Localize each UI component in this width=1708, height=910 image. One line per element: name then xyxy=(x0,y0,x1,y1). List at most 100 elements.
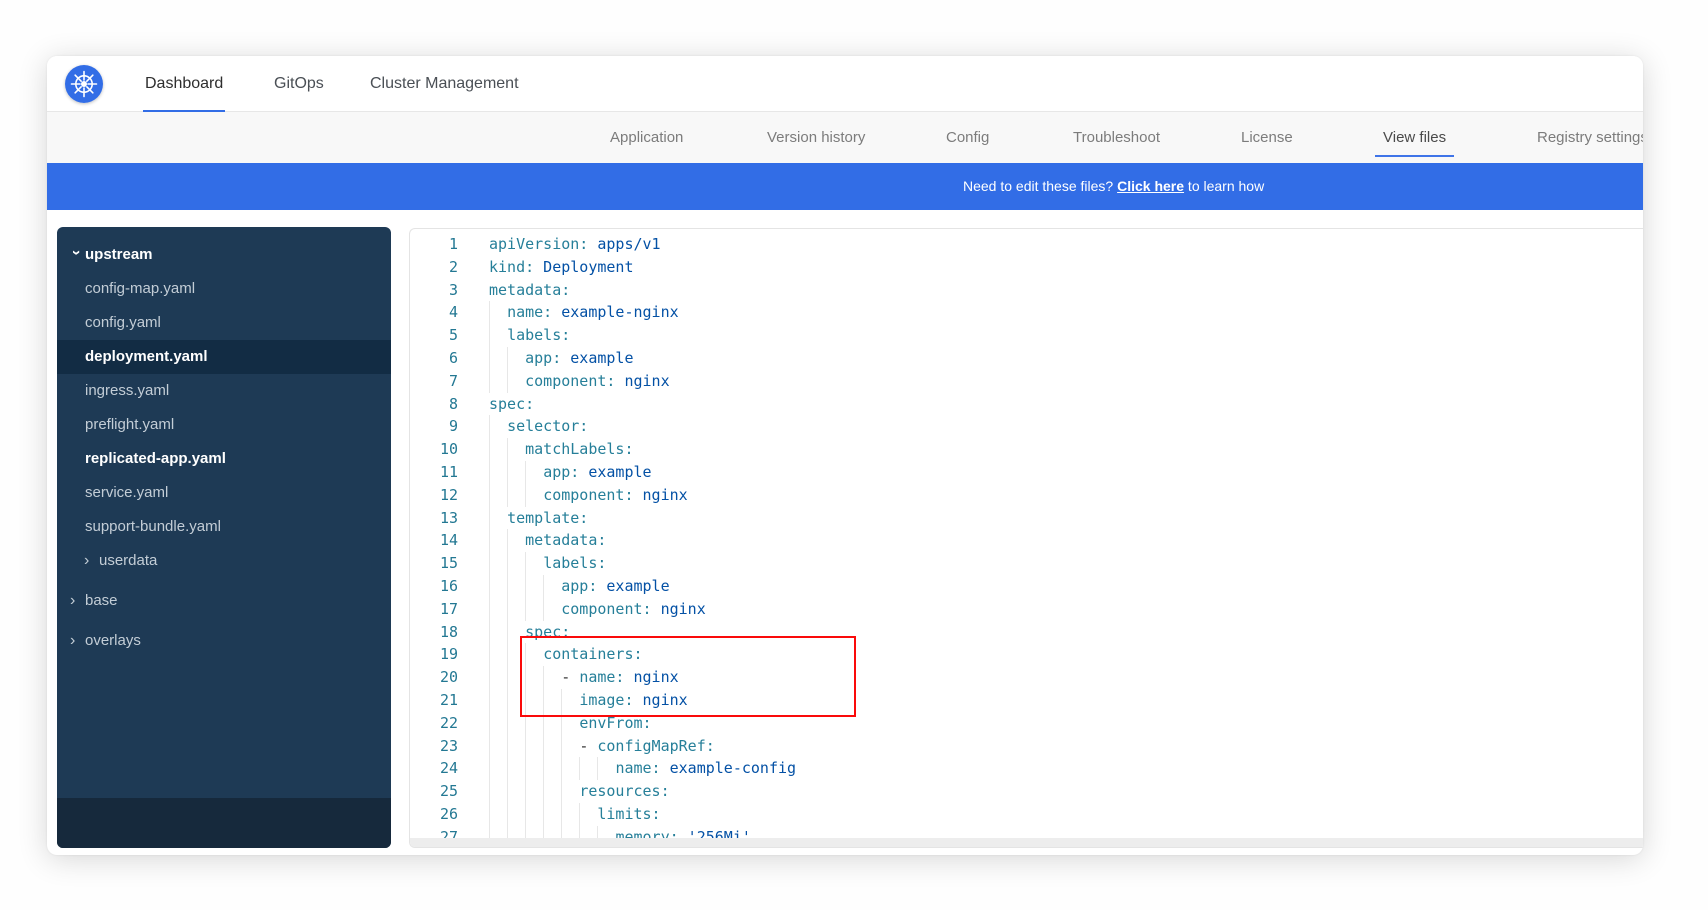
tree-item-label: config.yaml xyxy=(85,314,161,331)
header-tab-dashboard[interactable]: Dashboard xyxy=(143,56,225,112)
top-navbar: Dashboard GitOps Cluster Management xyxy=(47,56,1643,112)
code-text: selector: xyxy=(489,415,588,438)
line-number: 5 xyxy=(410,324,458,347)
tree-file-support-bundle.yaml[interactable]: support-bundle.yaml xyxy=(57,510,391,544)
code-text: envFrom: xyxy=(489,712,652,735)
subnav-tab-version-history[interactable]: Version history xyxy=(767,112,865,163)
code-text: name: example-nginx xyxy=(489,301,679,324)
subnav-tab-view-files[interactable]: View files xyxy=(1383,112,1446,163)
line-number: 21 xyxy=(410,689,458,712)
banner-text-prefix: Need to edit these files? xyxy=(963,178,1117,194)
line-number: 7 xyxy=(410,370,458,393)
yaml-editor[interactable]: 1apiVersion: apps/v12kind: Deployment3me… xyxy=(409,228,1643,848)
edit-files-banner: Need to edit these files? Click here to … xyxy=(47,163,1643,210)
code-text: labels: xyxy=(489,552,606,575)
subnav-tab-config[interactable]: Config xyxy=(946,112,989,163)
header-tab-cluster-management[interactable]: Cluster Management xyxy=(368,56,521,112)
tree-file-config.yaml[interactable]: config.yaml xyxy=(57,306,391,340)
chevron-right-icon: › xyxy=(70,624,82,658)
code-line: 22 envFrom: xyxy=(410,712,1643,735)
code-line: 25 resources: xyxy=(410,780,1643,803)
code-line: 14 metadata: xyxy=(410,529,1643,552)
line-number: 4 xyxy=(410,301,458,324)
code-line: 9 selector: xyxy=(410,415,1643,438)
subnav-tab-license[interactable]: License xyxy=(1241,112,1293,163)
banner-click-here-link[interactable]: Click here xyxy=(1117,178,1184,194)
line-number: 26 xyxy=(410,803,458,826)
tree-item-label: upstream xyxy=(85,246,153,263)
code-text: spec: xyxy=(489,393,534,416)
line-number: 12 xyxy=(410,484,458,507)
line-number: 10 xyxy=(410,438,458,461)
code-text: app: example xyxy=(489,461,652,484)
code-line: 8 spec: xyxy=(410,393,1643,416)
line-number: 11 xyxy=(410,461,458,484)
line-number: 14 xyxy=(410,529,458,552)
code-line: 2kind: Deployment xyxy=(410,256,1643,279)
line-number: 17 xyxy=(410,598,458,621)
tree-item-label: userdata xyxy=(99,552,157,569)
line-number: 6 xyxy=(410,347,458,370)
code-text: app: example xyxy=(489,575,670,598)
line-number: 15 xyxy=(410,552,458,575)
tree-folder-userdata[interactable]: ›userdata xyxy=(57,544,391,578)
app-subnav: Application Version history Config Troub… xyxy=(47,112,1643,163)
banner-text-suffix: to learn how xyxy=(1184,178,1264,194)
tree-file-service.yaml[interactable]: service.yaml xyxy=(57,476,391,510)
line-number: 13 xyxy=(410,507,458,530)
tree-file-config-map.yaml[interactable]: config-map.yaml xyxy=(57,272,391,306)
admin-console-window: Dashboard GitOps Cluster Management Appl… xyxy=(47,56,1643,855)
tree-item-label: deployment.yaml xyxy=(85,348,208,365)
tree-item-label: replicated-app.yaml xyxy=(85,450,226,467)
tree-folder-overlays[interactable]: ›overlays xyxy=(57,624,391,658)
line-number: 20 xyxy=(410,666,458,689)
code-text: template: xyxy=(489,507,588,530)
chevron-right-icon: › xyxy=(84,544,96,578)
code-text: image: nginx xyxy=(489,689,688,712)
line-number: 16 xyxy=(410,575,458,598)
tree-item-label: base xyxy=(85,592,118,609)
line-number: 23 xyxy=(410,735,458,758)
file-tree: ›upstreamconfig-map.yamlconfig.yamldeplo… xyxy=(57,227,391,848)
code-text: resources: xyxy=(489,780,670,803)
code-text: component: nginx xyxy=(489,484,688,507)
tree-file-preflight.yaml[interactable]: preflight.yaml xyxy=(57,408,391,442)
tree-folder-base[interactable]: ›base xyxy=(57,584,391,618)
code-line: 23 - configMapRef: xyxy=(410,735,1643,758)
code-text: - name: nginx xyxy=(489,666,679,689)
code-line: 20 - name: nginx xyxy=(410,666,1643,689)
line-number: 24 xyxy=(410,757,458,780)
tree-item-label: ingress.yaml xyxy=(85,382,169,399)
code-line: 12 component: nginx xyxy=(410,484,1643,507)
file-tree-items: ›upstreamconfig-map.yamlconfig.yamldeplo… xyxy=(57,238,391,658)
header-tab-gitops[interactable]: GitOps xyxy=(272,56,326,112)
line-number: 1 xyxy=(410,233,458,256)
line-number: 2 xyxy=(410,256,458,279)
code-line: 3metadata: xyxy=(410,279,1643,302)
tree-file-replicated-app.yaml[interactable]: replicated-app.yaml xyxy=(57,442,391,476)
horizontal-scrollbar[interactable] xyxy=(410,838,1643,847)
code-text: component: nginx xyxy=(489,598,706,621)
code-line: 16 app: example xyxy=(410,575,1643,598)
tree-file-deployment.yaml[interactable]: deployment.yaml xyxy=(57,340,391,374)
subnav-tab-troubleshoot[interactable]: Troubleshoot xyxy=(1073,112,1160,163)
code-line: 24 name: example-config xyxy=(410,757,1643,780)
code-line: 17 component: nginx xyxy=(410,598,1643,621)
line-number: 8 xyxy=(410,393,458,416)
subnav-tab-registry-settings[interactable]: Registry settings xyxy=(1537,112,1643,163)
code-text: limits: xyxy=(489,803,661,826)
line-number: 3 xyxy=(410,279,458,302)
code-line: 5 labels: xyxy=(410,324,1643,347)
code-line: 18 spec: xyxy=(410,621,1643,644)
code-line: 4 name: example-nginx xyxy=(410,301,1643,324)
code-text: - configMapRef: xyxy=(489,735,715,758)
code-text: metadata: xyxy=(489,529,606,552)
tree-item-label: service.yaml xyxy=(85,484,168,501)
tree-folder-upstream[interactable]: ›upstream xyxy=(57,238,391,272)
code-line: 10 matchLabels: xyxy=(410,438,1643,461)
code-line: 19 containers: xyxy=(410,643,1643,666)
code-text: name: example-config xyxy=(489,757,796,780)
tree-item-label: overlays xyxy=(85,632,141,649)
subnav-tab-application[interactable]: Application xyxy=(610,112,683,163)
tree-file-ingress.yaml[interactable]: ingress.yaml xyxy=(57,374,391,408)
